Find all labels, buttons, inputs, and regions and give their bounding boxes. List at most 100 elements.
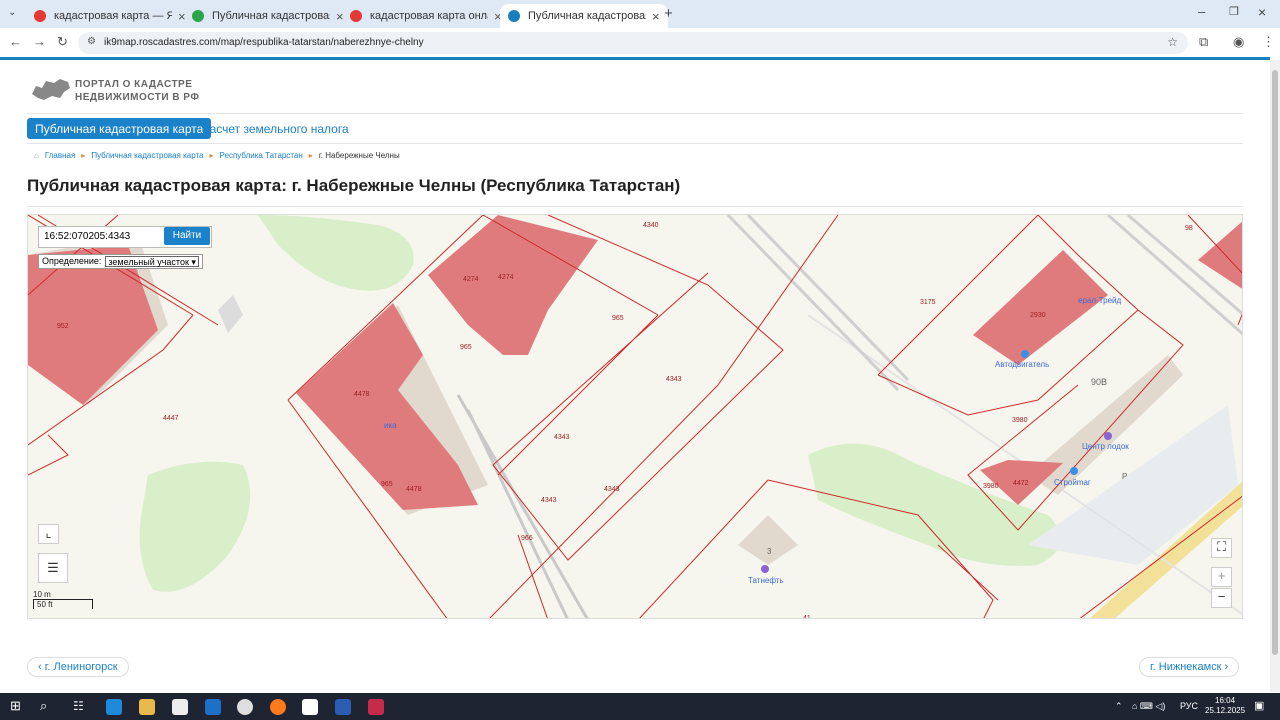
notification-icon[interactable]: ▣ [1254, 699, 1264, 712]
parcel-label[interactable]: 3980 [1012, 417, 1028, 424]
scrollbar[interactable] [1270, 60, 1280, 692]
tray-chevron-icon[interactable]: ⌃ [1115, 701, 1123, 712]
parcel-label[interactable]: 965 [612, 315, 624, 322]
next-city-link[interactable]: г. Нижнекамск › [1139, 657, 1240, 677]
parcel-label[interactable]: 3175 [920, 299, 936, 306]
close-icon[interactable]: × [652, 9, 660, 24]
definition-select[interactable]: земельный участок ▾ [105, 256, 199, 267]
parcel-label[interactable]: 4343 [541, 497, 557, 504]
profile-icon[interactable]: ◉ [1233, 34, 1244, 50]
parcel-label[interactable]: 965 [460, 344, 472, 351]
parcel-label[interactable]: 4274 [463, 276, 479, 283]
parcel-label[interactable]: 4340 [643, 222, 659, 229]
forward-icon[interactable]: → [33, 34, 46, 49]
windows-start-icon[interactable]: ⊞ [10, 698, 21, 714]
parcel-label[interactable]: 2930 [1030, 312, 1046, 319]
map-canvas[interactable]: 4340 98 4274 4274 965 965 3175 2930 4343… [28, 215, 1243, 619]
site-logo-text[interactable]: ПОРТАЛ О КАДАСТРЕ НЕДВИЖИМОСТИ В РФ [75, 78, 199, 104]
map-scale: 10 m 50 ft [33, 590, 93, 609]
layers-button[interactable]: ☰ [38, 553, 68, 583]
calendar-app-icon[interactable] [368, 699, 384, 715]
tab-yandex[interactable]: кадастровая карта — Яндекс× [26, 4, 194, 28]
parcel-label[interactable]: 965 [381, 481, 393, 488]
language-indicator[interactable]: РУС [1180, 701, 1198, 711]
back-icon[interactable]: ← [9, 34, 22, 49]
notepad-icon[interactable] [172, 699, 188, 715]
home-icon: ⌂ [34, 151, 39, 160]
parcel-label[interactable]: 41 [803, 615, 811, 619]
poi-label[interactable]: ика [384, 421, 397, 430]
scrollbar-thumb[interactable] [1272, 70, 1278, 655]
app-icon[interactable] [302, 699, 318, 715]
road [726, 215, 910, 392]
poi-marker-icon[interactable] [1070, 467, 1078, 475]
tray-icons[interactable]: ⌂ ⌨ ◁) [1132, 701, 1165, 712]
site-info-icon[interactable]: ⚙ [87, 36, 96, 47]
clock[interactable]: 16:04 25.12.2025 [1205, 696, 1245, 716]
edge-icon[interactable] [106, 699, 122, 715]
tab-cadastre-1[interactable]: Публичная кадастровая карта× [184, 4, 352, 28]
poi-marker-icon[interactable] [1104, 432, 1112, 440]
breadcrumb-separator-icon: ▸ [308, 151, 313, 160]
parcel-label[interactable]: 4447 [163, 415, 179, 422]
parcel-label[interactable]: 966 [521, 535, 533, 542]
outlook-icon[interactable] [205, 699, 221, 715]
breadcrumb-home[interactable]: Главная [45, 151, 75, 160]
menu-icon[interactable]: ⋮ [1262, 34, 1275, 50]
divider [27, 143, 1243, 144]
new-tab-button[interactable]: + [664, 5, 673, 22]
poi-marker-icon[interactable] [1021, 350, 1029, 358]
measure-tool-button[interactable]: ⌞ [38, 524, 59, 544]
extensions-icon[interactable]: ⧉ [1199, 34, 1208, 50]
task-view-icon[interactable]: ☷ [73, 699, 84, 713]
restore-button[interactable]: ❐ [1229, 5, 1239, 18]
layers-icon: ☰ [47, 560, 59, 575]
poi-label[interactable]: ерал-Трейд [1078, 296, 1121, 305]
minimize-button[interactable]: – [1198, 4, 1205, 19]
breadcrumb-separator-icon: ▸ [81, 151, 86, 160]
zoom-in-button[interactable]: + [1211, 567, 1232, 587]
search-button[interactable]: Найти [164, 227, 210, 245]
ruler-icon: ⌞ [45, 525, 52, 540]
parcel-label[interactable]: 4343 [666, 376, 682, 383]
poi-label[interactable]: Автодвигатель [995, 360, 1049, 369]
house-number-label: 3 [767, 547, 772, 556]
firefox-icon[interactable] [270, 699, 286, 715]
poi-label[interactable]: Стройmаг [1054, 478, 1091, 487]
parcel-label[interactable]: 4343 [604, 486, 620, 493]
page-title: Публичная кадастровая карта: г. Набережн… [27, 176, 681, 195]
poi-label[interactable]: Татнефть [748, 576, 784, 585]
window-close-button[interactable]: × [1258, 4, 1266, 20]
address-bar[interactable]: ⚙ ik9map.roscadastres.com/map/respublika… [78, 32, 1188, 54]
site-icon [192, 10, 204, 22]
reload-icon[interactable]: ↻ [57, 34, 68, 50]
breadcrumb-map[interactable]: Публичная кадастровая карта [91, 151, 203, 160]
parcel-label[interactable]: 3980 [983, 483, 999, 490]
nav-cadastral-map[interactable]: Публичная кадастровая карта [27, 118, 212, 139]
parcel-label[interactable]: 952 [57, 323, 69, 330]
tab-active[interactable]: Публичная кадастровая карта× [500, 4, 668, 28]
parcel-label[interactable]: 4472 [1013, 480, 1029, 487]
parcel-label[interactable]: 4274 [498, 274, 514, 281]
nav-land-tax[interactable]: Расчет земельного налога [202, 122, 349, 136]
chevron-left-icon: ‹ [38, 661, 45, 673]
cadastral-map[interactable]: 4340 98 4274 4274 965 965 3175 2930 4343… [27, 214, 1243, 619]
poi-marker-icon[interactable] [761, 565, 769, 573]
search-icon[interactable]: ⌕ [40, 698, 47, 714]
fullscreen-button[interactable]: ⛶ [1211, 538, 1232, 558]
parcel-label[interactable]: 4478 [406, 486, 422, 493]
parcel-label[interactable]: 4343 [554, 434, 570, 441]
prev-city-link[interactable]: ‹ г. Лениногорск [27, 657, 129, 677]
breadcrumb-region[interactable]: Республика Татарстан [220, 151, 303, 160]
tab-yandex-2[interactable]: кадастровая карта онлайн чел× [342, 4, 510, 28]
zoom-out-button[interactable]: − [1211, 588, 1232, 608]
parcel-label[interactable]: 98 [1185, 225, 1193, 232]
poi-label[interactable]: Центр лодок [1082, 442, 1129, 451]
file-explorer-icon[interactable] [139, 699, 155, 715]
breadcrumb: ⌂ Главная ▸ Публичная кадастровая карта ▸ … [34, 151, 400, 160]
parcel-label[interactable]: 4478 [354, 391, 370, 398]
bookmark-star-icon[interactable]: ☆ [1167, 35, 1178, 49]
tab-list-icon[interactable]: ⌄ [8, 7, 16, 18]
chrome-icon[interactable] [237, 699, 253, 715]
word-icon[interactable] [335, 699, 351, 715]
